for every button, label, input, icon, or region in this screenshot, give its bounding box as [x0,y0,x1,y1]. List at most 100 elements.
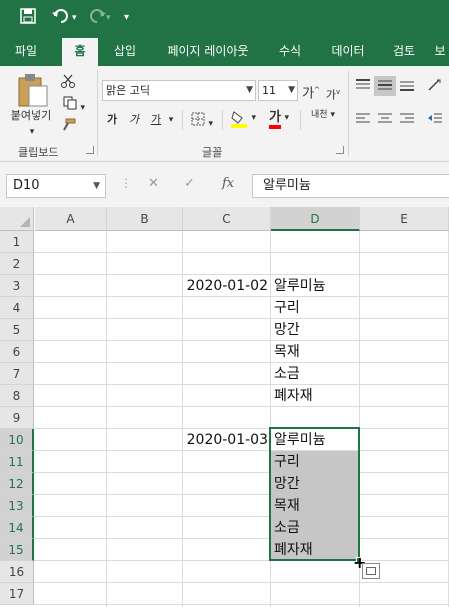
tab-home[interactable]: 홈 [62,38,98,66]
paste-dropdown-icon[interactable]: ▾ [22,124,42,140]
align-middle-icon[interactable] [374,76,396,96]
cell-d5[interactable]: 망간 [271,319,359,341]
gridline [34,340,449,341]
copy-icon[interactable]: ▾ [60,96,88,116]
cell-d3[interactable]: 알루미늄 [271,275,359,297]
align-bottom-icon[interactable] [398,78,416,97]
row-header-16[interactable]: 16 [0,561,34,583]
row-header-2[interactable]: 2 [0,253,34,275]
chevron-down-icon: ▼ [93,181,100,191]
gridline [34,604,449,605]
undo-dropdown-icon[interactable]: ▾ [72,8,77,28]
tab-file[interactable]: 파일 [6,38,46,66]
font-launcher-icon[interactable] [336,146,344,154]
row-header-13[interactable]: 13 [0,495,34,517]
formula-bar-buttons: ⋮ ✕ ✓ fx [118,174,246,198]
cell-c3[interactable]: 2020-01-02 [183,275,271,297]
row-header-5[interactable]: 5 [0,319,34,341]
row-header-17[interactable]: 17 [0,583,34,605]
underline-button[interactable]: 가 [148,112,164,128]
cell-c10[interactable]: 2020-01-03 [183,429,271,451]
row-header-4[interactable]: 4 [0,297,34,319]
cell-d8[interactable]: 폐자재 [271,385,359,407]
redo-icon[interactable] [88,8,106,29]
fill-color-button[interactable]: ▾ [228,110,258,133]
gridline [34,252,449,253]
align-left-icon[interactable] [354,112,372,131]
column-header-c[interactable]: C [183,207,271,231]
auto-fill-options-icon[interactable] [362,563,380,579]
undo-icon[interactable] [52,8,70,29]
customize-qat-icon[interactable]: ▾ [124,8,129,28]
row-header-15[interactable]: 15 [0,539,34,561]
save-icon[interactable] [20,8,36,29]
tab-view[interactable]: 보 [430,38,449,66]
gridline [34,406,449,407]
chevron-down-icon: ▼ [288,85,295,95]
font-size-value: 11 [262,84,276,97]
cell-d6[interactable]: 목재 [271,341,359,363]
row-header-8[interactable]: 8 [0,385,34,407]
format-painter-icon[interactable] [60,118,76,137]
align-right-icon[interactable] [398,112,416,131]
orientation-icon[interactable] [426,78,444,97]
paste-icon[interactable] [14,72,50,108]
gridline [34,362,449,363]
gridline [34,472,449,473]
quick-access-toolbar: ▾ ▾ ▾ [0,0,449,38]
redo-dropdown-icon[interactable]: ▾ [106,8,111,28]
bold-button[interactable]: 가 [104,112,120,128]
paste-button-label[interactable]: 붙여넣기 [6,108,56,124]
row-header-1[interactable]: 1 [0,231,34,253]
enter-icon[interactable]: ✓ [184,176,195,191]
row-header-12[interactable]: 12 [0,473,34,495]
ribbon-separator [182,110,183,130]
row-header-7[interactable]: 7 [0,363,34,385]
column-header-a[interactable]: A [35,207,107,231]
cell-d4[interactable]: 구리 [271,297,359,319]
clipboard-launcher-icon[interactable] [86,146,94,154]
align-top-icon[interactable] [354,78,372,97]
worksheet-grid: A B C D E 1 2 3 4 5 6 7 8 9 10 11 12 13 … [0,207,449,607]
insert-function-icon[interactable]: fx [222,176,234,191]
font-color-button[interactable]: 가 ▾ [264,110,294,129]
cancel-icon[interactable]: ✕ [148,176,159,191]
tab-page-layout[interactable]: 페이지 레이아웃 [156,38,260,66]
tab-review[interactable]: 검토 [384,38,424,66]
row-header-14[interactable]: 14 [0,517,34,539]
border-button[interactable]: ▾ [188,112,216,132]
column-header-b[interactable]: B [107,207,183,231]
row-header-11[interactable]: 11 [0,451,34,473]
row-header-6[interactable]: 6 [0,341,34,363]
decrease-indent-icon[interactable] [426,112,444,131]
gridline [34,560,449,561]
column-header-d[interactable]: D [271,207,360,231]
select-all-button[interactable] [0,207,34,231]
name-box[interactable]: D10 ▼ [6,174,106,198]
ribbon-separator [348,70,349,156]
ribbon-separator [222,110,223,130]
formula-bar: D10 ▼ ⋮ ✕ ✓ fx 알루미늄 [0,162,449,207]
align-center-icon[interactable] [376,112,394,131]
tab-formulas[interactable]: 수식 [270,38,310,66]
underline-dropdown-icon[interactable]: ▾ [166,112,176,128]
cell-d7[interactable]: 소금 [271,363,359,385]
formula-input[interactable]: 알루미늄 [252,174,449,198]
font-name-combo[interactable]: 맑은 고딕 ▼ [102,80,256,101]
phonetic-button[interactable]: 내천 ▾ [306,110,340,120]
ribbon-separator [97,70,98,156]
row-header-10[interactable]: 10 [0,429,34,451]
shrink-font-button[interactable]: 가v [324,84,342,104]
tab-insert[interactable]: 삽입 [104,38,146,66]
selection-border [269,427,360,561]
ribbon-home: 붙여넣기 ▾ ▾ 클립보드 맑은 고딕 ▼ 11 ▼ 가^ 가v 가 가 가 ▾… [0,66,449,162]
gridline [34,516,449,517]
italic-button[interactable]: 가 [126,112,142,128]
tab-data[interactable]: 데이터 [320,38,376,66]
column-header-e[interactable]: E [360,207,449,231]
cut-icon[interactable] [60,74,76,93]
row-header-9[interactable]: 9 [0,407,34,429]
font-size-combo[interactable]: 11 ▼ [258,80,298,101]
row-header-3[interactable]: 3 [0,275,34,297]
grow-font-button[interactable]: 가^ [302,82,320,102]
